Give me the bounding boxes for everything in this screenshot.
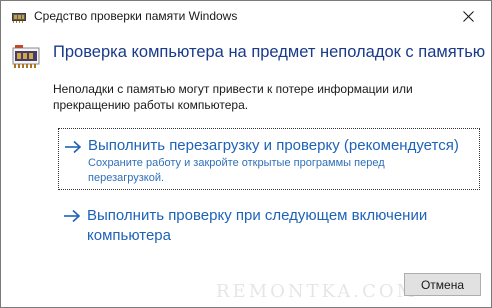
check-on-next-start-option[interactable]: Выполнить проверку при следующем включен…	[58, 204, 480, 254]
restart-and-check-option[interactable]: Выполнить перезагрузку и проверку (реком…	[58, 128, 480, 190]
memory-diagnostic-window: Средство проверки памяти Windows Проверк…	[0, 0, 492, 308]
page-title: Проверка компьютера на предмет неполадок…	[53, 43, 486, 61]
option-title: Выполнить проверку при следующем включен…	[87, 207, 428, 244]
window-title: Средство проверки памяти Windows	[34, 9, 238, 23]
close-button[interactable]	[445, 1, 491, 32]
cancel-button[interactable]: Отмена	[404, 273, 481, 296]
option-subtitle: Сохраните работу и закройте открытые про…	[88, 157, 385, 184]
arrow-right-icon	[64, 209, 81, 223]
arrow-right-icon	[65, 140, 82, 154]
memory-chip-icon	[12, 45, 40, 68]
description-text: Неполадки с памятью могут привести к пот…	[53, 82, 413, 112]
option-title: Выполнить перезагрузку и проверку (реком…	[88, 137, 459, 154]
title-bar: Средство проверки памяти Windows	[1, 1, 491, 32]
close-icon	[462, 11, 474, 22]
memory-chip-icon	[12, 13, 26, 23]
watermark: REMONTKA.COM	[216, 281, 419, 302]
